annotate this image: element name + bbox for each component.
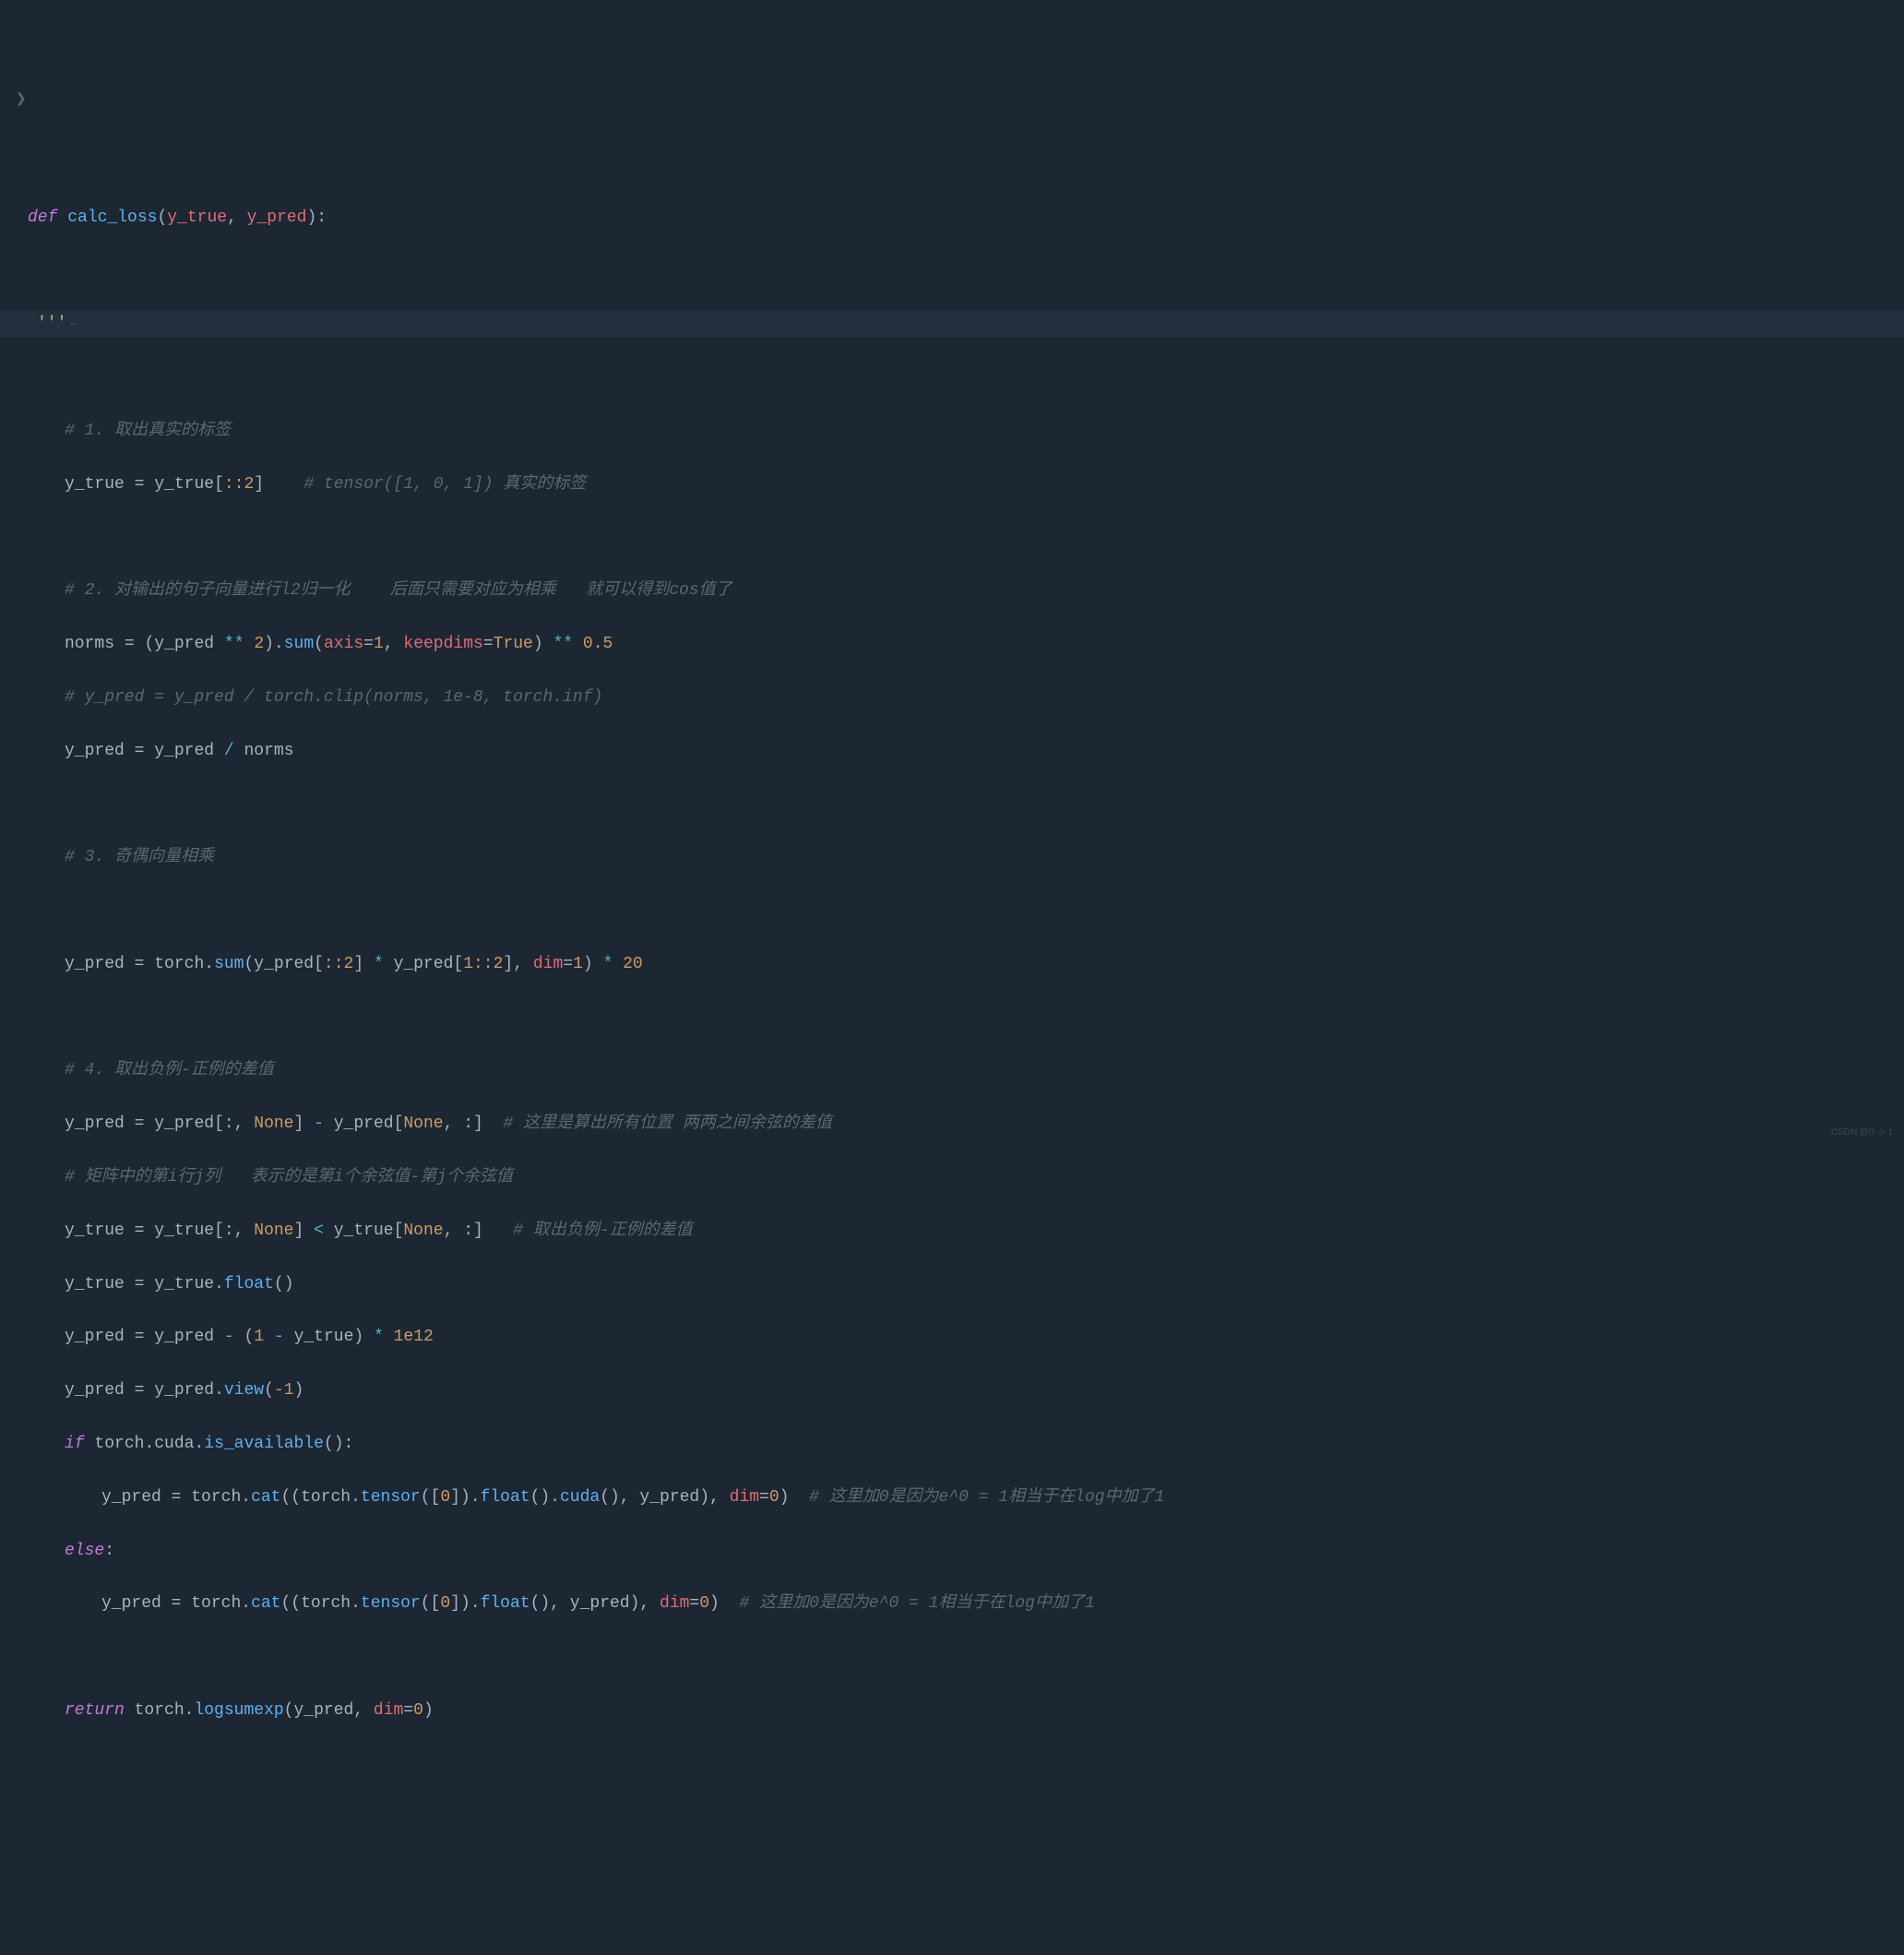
code-editor[interactable]: def calc_loss(y_true, y_pred): '''… # 1.… [28, 178, 1904, 1751]
inline-comment: # tensor([1, 0, 1]) 真实的标签 [303, 475, 586, 494]
code-line-docstring: '''… [0, 311, 1904, 338]
inline-comment: # 这里是算出所有位置 两两之间余弦的差值 [503, 1115, 831, 1133]
inline-comment: # 这里加0是因为e^0 = 1相当于在log中加了1 [809, 1488, 1164, 1507]
code-line-comment: # 2. 对输出的句子向量进行l2归一化 后面只需要对应为相乘 就可以得到cos… [28, 578, 1904, 604]
code-line-comment: # 矩阵中的第i行j列 表示的是第i个余弦值-第j个余弦值 [28, 1164, 1904, 1191]
code-line-comment: # 4. 取出负例-正例的差值 [28, 1057, 1904, 1084]
code-line-comment: # 3. 奇偶向量相乘 [28, 844, 1904, 871]
param-y-pred: y_pred [247, 209, 307, 227]
code-line: y_pred = torch.sum(y_pred[::2] * y_pred[… [28, 951, 1904, 978]
docstring-marker: ''' [37, 315, 66, 333]
code-line-blank [28, 524, 1904, 551]
watermark-text: CSDN @0 -> 1 [1831, 1126, 1893, 1140]
param-y-true: y_true [167, 209, 227, 227]
code-line-if: if torch.cuda.is_available(): [28, 1431, 1904, 1458]
editor-gutter: ❯ [0, 69, 18, 111]
code-line-blank [28, 1644, 1904, 1671]
code-line: y_pred = y_pred - (1 - y_true) * 1e12 [28, 1324, 1904, 1351]
code-line-comment: # 1. 取出真实的标签 [28, 418, 1904, 445]
fold-marker-icon[interactable]: ❯ [16, 92, 27, 107]
code-line: y_pred = y_pred[:, None] - y_pred[None, … [28, 1111, 1904, 1138]
code-line: y_true = y_true[::2] # tensor([1, 0, 1])… [28, 471, 1904, 498]
inline-comment: # 取出负例-正例的差值 [513, 1222, 692, 1240]
code-line-blank [28, 257, 1904, 284]
keyword-def: def [28, 209, 57, 227]
code-line-blank [28, 364, 1904, 391]
code-line-else: else: [28, 1538, 1904, 1565]
comment-text: # 1. 取出真实的标签 [65, 422, 231, 440]
code-line-def: def calc_loss(y_true, y_pred): [28, 205, 1904, 232]
fold-ellipsis-icon[interactable]: … [70, 316, 77, 332]
code-line: y_pred = y_pred.view(-1) [28, 1377, 1904, 1404]
code-line-comment: # y_pred = y_pred / torch.clip(norms, 1e… [28, 685, 1904, 711]
code-line: y_pred = torch.cat((torch.tensor([0]).fl… [28, 1591, 1904, 1617]
code-line-blank [28, 1005, 1904, 1031]
code-line-blank [28, 898, 1904, 924]
code-line: y_true = y_true[:, None] < y_true[None, … [28, 1218, 1904, 1245]
code-line-return: return torch.logsumexp(y_pred, dim=0) [28, 1698, 1904, 1724]
code-line-blank [28, 791, 1904, 817]
code-line: norms = (y_pred ** 2).sum(axis=1, keepdi… [28, 631, 1904, 658]
code-line: y_true = y_true.float() [28, 1271, 1904, 1298]
inline-comment: # 这里加0是因为e^0 = 1相当于在log中加了1 [739, 1594, 1094, 1613]
code-line: y_pred = y_pred / norms [28, 738, 1904, 765]
function-name: calc_loss [67, 209, 157, 227]
code-line: y_pred = torch.cat((torch.tensor([0]).fl… [28, 1484, 1904, 1511]
